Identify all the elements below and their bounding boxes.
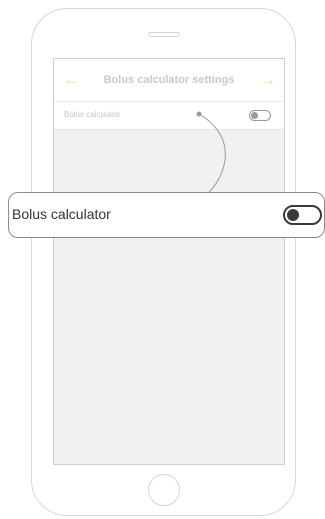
arrow-right-icon[interactable]: → [259, 71, 276, 88]
bolus-calculator-toggle[interactable] [249, 110, 271, 121]
row-label: Bolus calculator [64, 110, 121, 119]
page-title: Bolus calculator settings [103, 74, 235, 86]
arrow-left-icon[interactable]: ← [63, 71, 80, 88]
callout-zoom-row: Bolus calculator [8, 192, 325, 238]
settings-row-bolus-calculator: Bolus calculator [54, 101, 284, 130]
tutorial-canvas: ← Bolus calculator settings → Bolus calc… [0, 0, 325, 519]
screen-header: ← Bolus calculator settings → [54, 59, 284, 101]
toggle-knob [287, 209, 299, 221]
phone-speaker [148, 32, 180, 37]
home-button[interactable] [148, 474, 180, 506]
callout-toggle[interactable] [283, 205, 322, 225]
callout-label: Bolus calculator [12, 206, 111, 222]
phone-screen: ← Bolus calculator settings → Bolus calc… [53, 58, 285, 465]
toggle-knob [251, 112, 258, 119]
